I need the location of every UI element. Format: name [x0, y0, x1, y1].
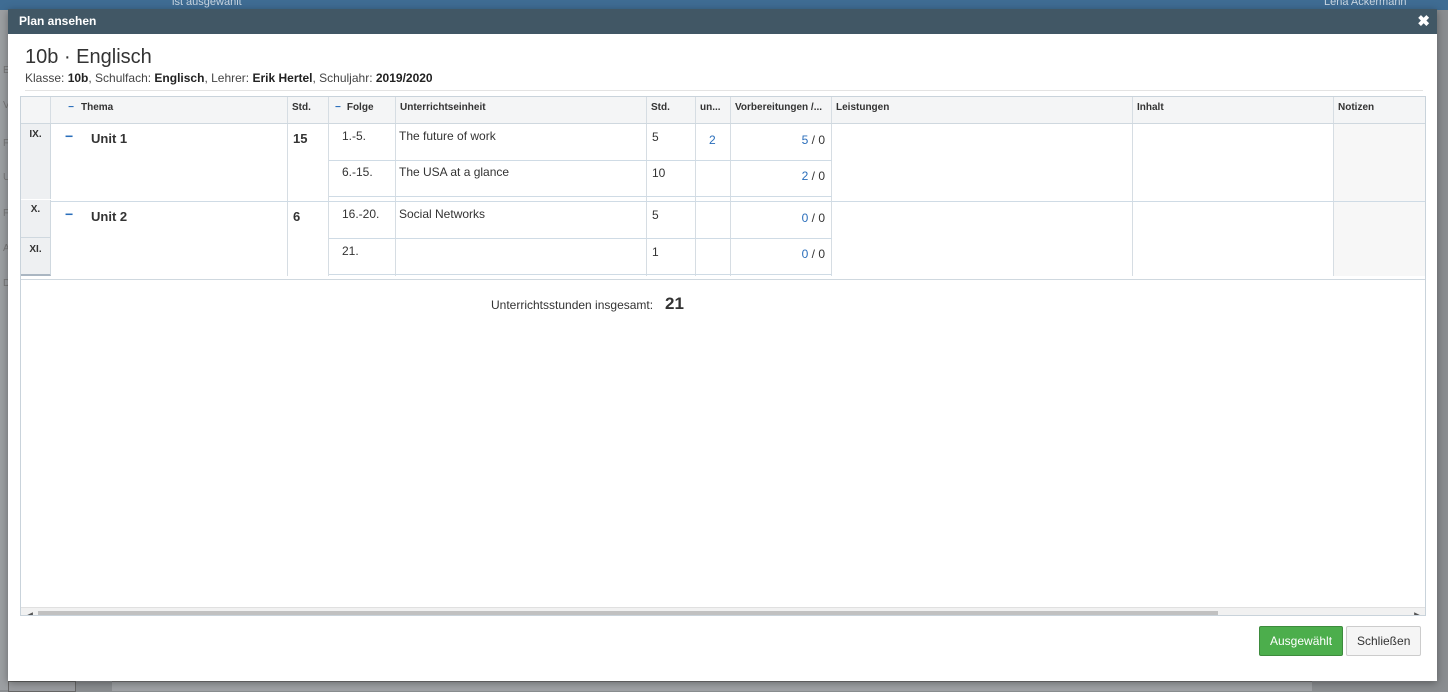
divider	[25, 90, 1423, 91]
topic-divider	[51, 201, 1425, 202]
vorb-separator: /	[808, 169, 819, 183]
scroll-right-icon[interactable]: ▶	[1414, 610, 1421, 615]
background-sidebar: E V F U F A D	[0, 10, 10, 690]
header-vorbereitungen[interactable]: Vorbereitungen /...	[731, 97, 832, 123]
plan-modal: Plan ansehen ✖ 10b · Englisch Klasse: 10…	[8, 9, 1437, 681]
scroll-left-icon[interactable]: ◀	[26, 610, 33, 615]
einheit-column	[396, 124, 647, 276]
meta-schuljahr-label: , Schuljahr:	[312, 71, 376, 85]
header-folge[interactable]: − Folge	[329, 97, 396, 123]
title-subject: Englisch	[76, 46, 152, 68]
lesson-title[interactable]: The future of work	[399, 129, 496, 143]
lesson-title[interactable]: Social Networks	[399, 207, 485, 221]
plan-meta: Klasse: 10b, Schulfach: Englisch, Lehrer…	[25, 71, 433, 85]
header-std[interactable]: Std.	[288, 97, 329, 123]
lesson-vorbereitungen: 2 / 0	[731, 169, 825, 183]
table-bottom-line	[21, 279, 1425, 280]
vorb-separator: /	[808, 247, 819, 261]
leistungen-column	[832, 124, 1133, 276]
lesson-un-link[interactable]: 2	[709, 133, 716, 147]
background-footer-box	[8, 681, 76, 692]
meta-klasse-label: Klasse:	[25, 71, 68, 85]
modal-title: Plan ansehen	[19, 14, 97, 28]
topic-std: 15	[293, 131, 308, 146]
meta-lehrer: Erik Hertel	[252, 71, 313, 85]
plan-table: − Thema Std. − Folge Unterrichtseinheit St…	[20, 96, 1426, 616]
header-std2[interactable]: Std.	[647, 97, 696, 123]
topic-std: 6	[293, 209, 301, 224]
collapse-folge-icon[interactable]: −	[335, 102, 341, 113]
std-column	[288, 124, 329, 276]
folge-column	[329, 124, 396, 276]
close-button[interactable]: Schließen	[1346, 626, 1421, 656]
header-leistungen[interactable]: Leistungen	[832, 97, 1133, 123]
vorb-total: 0	[818, 211, 825, 225]
total-label: Unterrichtsstunden insgesamt:	[491, 298, 654, 312]
header-unterrichtseinheit[interactable]: Unterrichtseinheit	[396, 97, 647, 123]
lesson-folge: 21.	[342, 244, 359, 258]
lesson-folge: 16.-20.	[342, 207, 380, 221]
inhalt-column	[1133, 124, 1334, 276]
horizontal-scrollbar[interactable]: ◀ ▶	[21, 607, 1425, 615]
meta-schulfach-label: , Schulfach:	[88, 71, 155, 85]
header-notizen[interactable]: Notizen	[1334, 97, 1425, 123]
title-class: 10b	[25, 46, 59, 68]
month-cell: X.	[21, 200, 51, 238]
row-divider	[329, 238, 832, 239]
meta-schulfach: Englisch	[154, 71, 205, 85]
header-inhalt[interactable]: Inhalt	[1133, 97, 1334, 123]
row-divider	[329, 196, 832, 197]
lesson-vorbereitungen: 0 / 0	[731, 211, 825, 225]
header-thema-label: Thema	[81, 102, 114, 113]
header-thema[interactable]: − Thema	[51, 97, 288, 123]
lesson-folge: 6.-15.	[342, 165, 373, 179]
lesson-vorbereitungen: 0 / 0	[731, 247, 825, 261]
background-status-text: ist ausgewählt	[172, 0, 242, 8]
row-divider	[329, 160, 832, 161]
lesson-std: 1	[652, 245, 659, 259]
collapse-topic-icon[interactable]: −	[65, 128, 73, 144]
lesson-folge: 1.-5.	[342, 129, 367, 143]
header-un[interactable]: un...	[696, 97, 731, 123]
vorb-total: 0	[818, 133, 825, 147]
row-divider	[329, 274, 832, 275]
collapse-all-icon[interactable]: −	[61, 97, 81, 119]
page-title: 10b · Englisch	[25, 46, 152, 69]
meta-schuljahr: 2019/2020	[375, 71, 433, 85]
month-cell: IX.	[21, 124, 51, 199]
header-month	[21, 97, 51, 123]
table-header: − Thema Std. − Folge Unterrichtseinheit St…	[21, 97, 1425, 124]
lesson-std: 10	[652, 166, 666, 180]
vorb-total: 0	[818, 247, 825, 261]
vorb-separator: /	[808, 133, 819, 147]
topic-name: Unit 1	[91, 131, 128, 146]
header-folge-label: Folge	[346, 102, 374, 113]
lesson-title[interactable]: The USA at a glance	[399, 165, 509, 179]
lesson-std: 5	[652, 208, 659, 222]
meta-lehrer-label: , Lehrer:	[204, 71, 253, 85]
scroll-thumb[interactable]	[38, 611, 1218, 615]
close-icon[interactable]: ✖	[1417, 12, 1430, 30]
meta-klasse: 10b	[67, 71, 89, 85]
title-separator: ·	[63, 46, 71, 68]
topic-name: Unit 2	[91, 209, 128, 224]
notizen-column	[1334, 124, 1425, 276]
thema-column	[51, 124, 288, 276]
vorb-separator: /	[808, 211, 819, 225]
vorb-total: 0	[818, 169, 825, 183]
collapse-topic-icon[interactable]: −	[65, 206, 73, 222]
total-value: 21	[665, 294, 684, 313]
month-cell: XI.	[21, 238, 51, 276]
lesson-std: 5	[652, 130, 659, 144]
lesson-vorbereitungen: 5 / 0	[731, 133, 825, 147]
select-button[interactable]: Ausgewählt	[1259, 626, 1343, 656]
modal-header: Plan ansehen ✖	[8, 9, 1437, 34]
background-user-name: Lena Ackermann	[1324, 0, 1407, 8]
